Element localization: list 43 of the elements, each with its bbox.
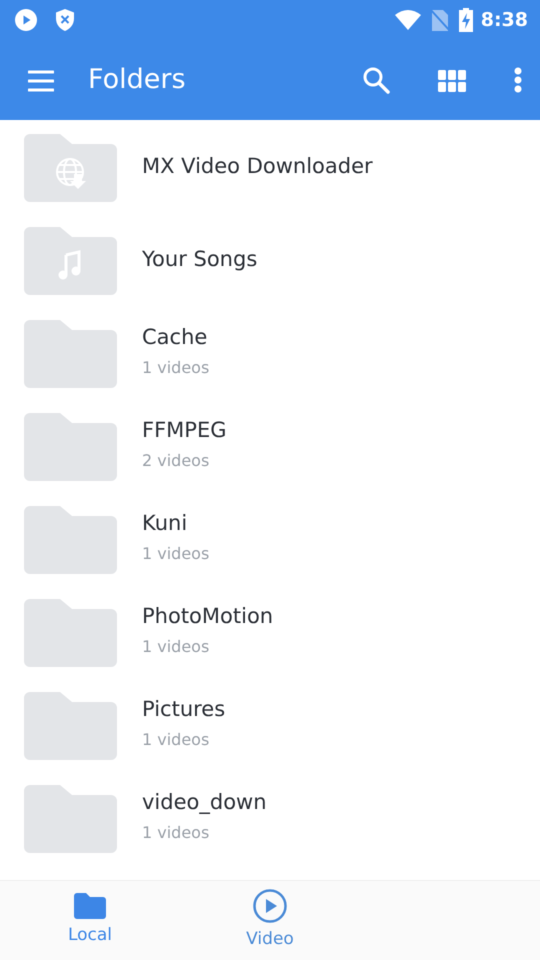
folder-name: video_down bbox=[142, 790, 267, 816]
video-count: 1 videos bbox=[142, 636, 210, 658]
folder-icon bbox=[24, 782, 117, 852]
folder-name: MX Video Downloader bbox=[142, 154, 373, 180]
video-count: 1 videos bbox=[142, 543, 210, 566]
folder-row[interactable]: Cache 1 videos bbox=[0, 306, 540, 399]
folder-icon bbox=[24, 596, 117, 666]
folder-icon bbox=[24, 504, 117, 574]
folder-name: Kuni bbox=[142, 510, 188, 536]
folder-row[interactable]: Pictures 1 videos bbox=[0, 678, 540, 771]
more-options-button[interactable] bbox=[514, 67, 522, 93]
folder-row[interactable]: MX Video Downloader bbox=[0, 120, 540, 213]
folder-icon bbox=[74, 892, 106, 919]
folder-name: Pictures bbox=[142, 696, 226, 722]
toolbar-title: Folders bbox=[88, 62, 186, 97]
play-icon bbox=[253, 888, 287, 923]
video-count: 1 videos bbox=[142, 729, 210, 752]
folder-row[interactable]: Your Songs bbox=[0, 213, 540, 306]
folder-name: Your Songs bbox=[142, 246, 258, 272]
battery-charging-icon bbox=[458, 8, 473, 32]
play-notification-icon bbox=[14, 8, 38, 32]
wifi-icon bbox=[394, 9, 421, 31]
menu-button[interactable] bbox=[28, 68, 54, 92]
shield-icon bbox=[54, 8, 76, 32]
folder-music-icon bbox=[24, 224, 117, 294]
folder-globe-icon bbox=[24, 132, 117, 202]
video-count: 1 videos bbox=[142, 357, 210, 380]
folder-row[interactable]: FFMPEG 2 videos bbox=[0, 399, 540, 492]
video-count: 2 videos bbox=[142, 450, 210, 472]
status-time: 8:38 bbox=[480, 8, 528, 33]
folder-icon bbox=[24, 410, 117, 480]
folder-icon bbox=[24, 318, 117, 388]
search-button[interactable] bbox=[362, 66, 390, 94]
folder-name: PhotoMotion bbox=[142, 604, 274, 630]
folder-icon bbox=[24, 690, 117, 760]
folder-row[interactable]: PhotoMotion 1 videos bbox=[0, 585, 540, 678]
video-count: 1 videos bbox=[142, 822, 210, 844]
folder-name: FFMPEG bbox=[142, 418, 226, 444]
folder-name: Cache bbox=[142, 324, 208, 350]
folder-row[interactable]: video_down 1 videos bbox=[0, 771, 540, 864]
folder-row[interactable]: Kuni 1 videos bbox=[0, 492, 540, 585]
grid-view-button[interactable] bbox=[438, 68, 466, 92]
bottom-tab[interactable]: Local bbox=[0, 881, 180, 960]
